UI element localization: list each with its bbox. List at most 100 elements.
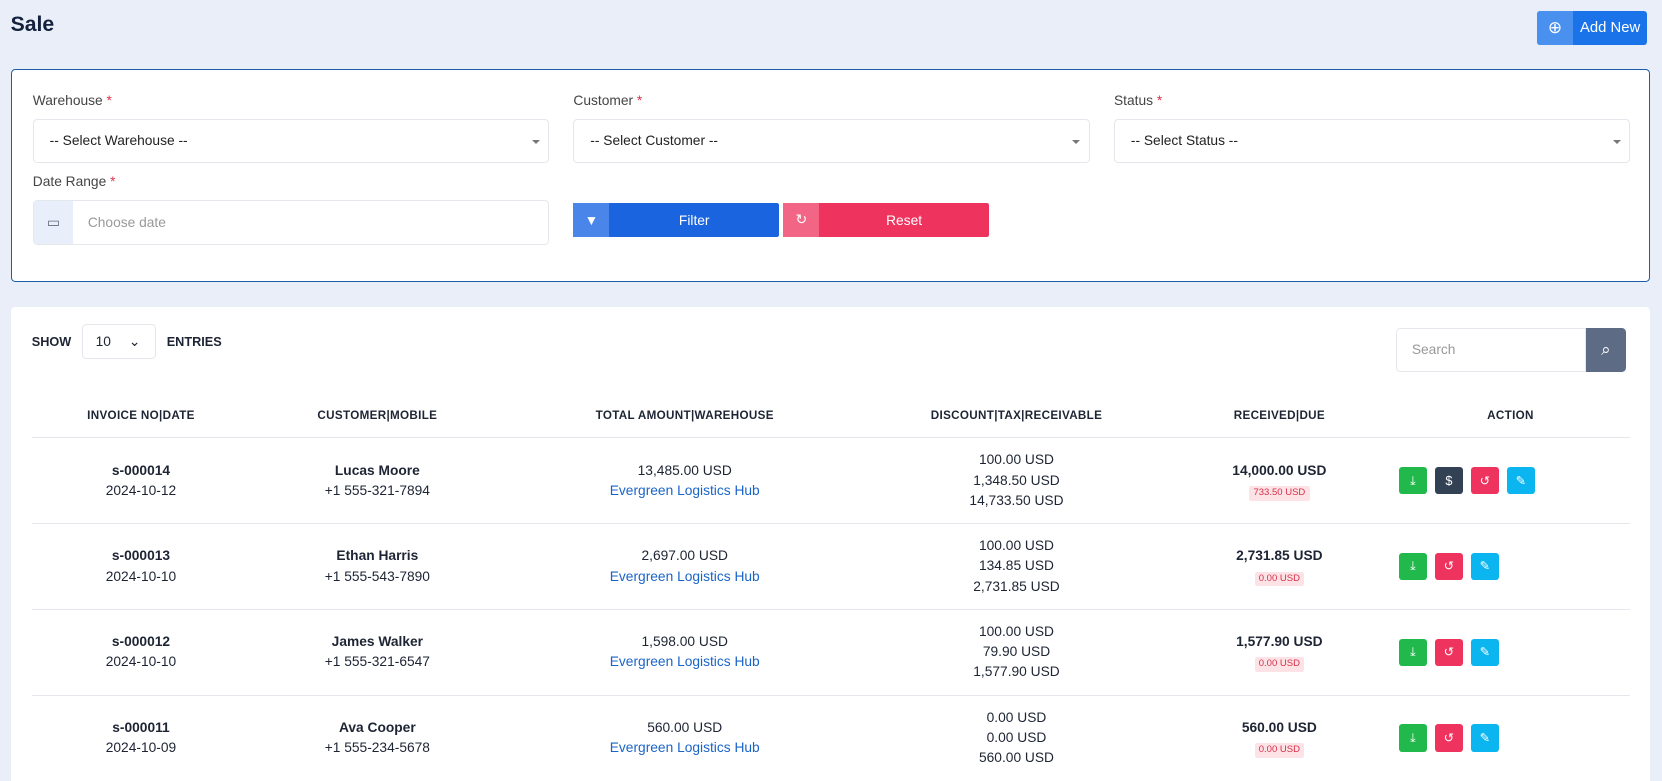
reset-button[interactable]: ↻ Reset: [783, 203, 989, 238]
calendar-icon: ▭: [33, 201, 73, 244]
pencil-icon: ✎: [1479, 730, 1491, 746]
dollar-icon: $: [1445, 472, 1453, 488]
search-icon: ⌕: [1601, 339, 1611, 359]
receivable: 560.00 USD: [979, 750, 1054, 766]
table-row: s-000014 2024-10-12 Lucas Moore +1 555-321…: [31, 437, 1631, 525]
date-range-label: Date Range *: [32, 173, 116, 189]
date: 2024-10-12: [105, 482, 177, 498]
entries-label: ENTRIES: [166, 334, 222, 350]
add-new-button[interactable]: ⊕ Add New: [1536, 10, 1648, 45]
column-header[interactable]: ACTION: [1390, 394, 1631, 439]
warehouse[interactable]: Evergreen Logistics Hub: [610, 740, 760, 755]
download-button[interactable]: ⤓: [1399, 552, 1427, 581]
tax: 1,348.50 USD: [973, 472, 1060, 488]
edit-button[interactable]: ✎: [1507, 466, 1535, 495]
page-title: Sale: [10, 12, 55, 36]
warehouse[interactable]: Evergreen Logistics Hub: [610, 654, 760, 669]
mobile: +1 555-321-6547: [324, 654, 430, 670]
sales-table: INVOICE NO|DATE CUSTOMER|MOBILE TOTAL AMOU…: [31, 394, 1631, 781]
search-box: Search ⌕: [1396, 327, 1627, 373]
received: 14,000.00 USD: [1232, 462, 1327, 478]
filter-panel: Warehouse * -- Select Warehouse -- Custo…: [10, 68, 1651, 282]
filter-label: Filter: [678, 212, 710, 228]
table-row: s-000012 2024-10-10 James Walker +1 555-32…: [31, 609, 1631, 696]
undo-icon: ↺: [1479, 472, 1491, 488]
column-header[interactable]: RECEIVED|DUE: [1168, 394, 1391, 439]
edit-button[interactable]: ✎: [1471, 552, 1499, 581]
receivable: 14,733.50 USD: [969, 492, 1064, 508]
discount: 100.00 USD: [979, 624, 1054, 640]
undo-icon: ↺: [1443, 644, 1455, 660]
warehouse-label: Warehouse *: [32, 93, 112, 109]
search-input[interactable]: Search: [1396, 327, 1586, 373]
warehouse-select[interactable]: -- Select Warehouse --: [32, 118, 549, 164]
pencil-icon: ✎: [1515, 472, 1527, 488]
chevron-down-icon: ⌄: [128, 333, 141, 349]
received: 560.00 USD: [1241, 720, 1317, 736]
customer: James Walker: [331, 634, 423, 650]
customer-select[interactable]: -- Select Customer --: [573, 118, 1090, 164]
column-header[interactable]: TOTAL AMOUNT|WAREHOUSE: [504, 394, 865, 439]
tax: 79.90 USD: [982, 644, 1051, 660]
mobile: +1 555-543-7890: [324, 568, 430, 584]
warehouse[interactable]: Evergreen Logistics Hub: [610, 569, 760, 584]
due: 0.00 USD: [1254, 657, 1305, 673]
download-icon: ⤓: [1410, 730, 1416, 746]
payment-button[interactable]: $: [1435, 466, 1463, 495]
entries-value: 10: [95, 334, 111, 350]
status-select[interactable]: -- Select Status --: [1113, 118, 1631, 164]
customer: Lucas Moore: [334, 462, 420, 478]
warehouse[interactable]: Evergreen Logistics Hub: [610, 483, 760, 498]
return-button[interactable]: ↺: [1471, 466, 1499, 495]
column-header[interactable]: INVOICE NO|DATE: [31, 394, 251, 439]
total: 2,697.00 USD: [641, 548, 728, 564]
receivable: 1,577.90 USD: [973, 664, 1060, 680]
table-row: s-000011 2024-10-09 Ava Cooper +1 555-234-…: [31, 695, 1631, 781]
download-button[interactable]: ⤓: [1399, 724, 1427, 753]
search-button[interactable]: ⌕: [1585, 327, 1627, 373]
invoice: s-000012: [111, 634, 171, 650]
invoice: s-000013: [111, 548, 171, 564]
return-button[interactable]: ↺: [1435, 638, 1463, 667]
show-label: SHOW: [31, 334, 72, 350]
edit-button[interactable]: ✎: [1471, 724, 1499, 753]
total: 560.00 USD: [647, 720, 723, 736]
status-label: Status *: [1113, 93, 1163, 109]
due: 733.50 USD: [1249, 485, 1310, 501]
due: 0.00 USD: [1254, 743, 1305, 759]
date-range-input[interactable]: ▭ Choose date: [32, 200, 549, 245]
funnel-icon: ▼: [573, 203, 610, 238]
undo-icon: ↺: [1443, 558, 1455, 574]
plus-circle-icon: ⊕: [1536, 10, 1574, 45]
download-button[interactable]: ⤓: [1399, 638, 1427, 667]
add-new-label: Add New: [1580, 19, 1641, 36]
return-button[interactable]: ↺: [1435, 724, 1463, 753]
date: 2024-10-10: [105, 654, 177, 670]
pencil-icon: ✎: [1479, 558, 1491, 574]
undo-icon: ↺: [1443, 730, 1455, 746]
download-button[interactable]: ⤓: [1399, 466, 1427, 495]
download-icon: ⤓: [1410, 558, 1416, 574]
receivable: 2,731.85 USD: [973, 578, 1060, 594]
column-header[interactable]: DISCOUNT|TAX|RECEIVABLE: [864, 394, 1169, 439]
customer: Ethan Harris: [336, 548, 419, 564]
due: 0.00 USD: [1254, 571, 1305, 587]
tax: 134.85 USD: [979, 558, 1054, 574]
return-button[interactable]: ↺: [1435, 552, 1463, 581]
edit-button[interactable]: ✎: [1471, 638, 1499, 667]
date: 2024-10-09: [105, 740, 177, 756]
date: 2024-10-10: [105, 568, 177, 584]
date-placeholder: Choose date: [87, 215, 166, 231]
discount: 100.00 USD: [979, 538, 1054, 554]
column-header[interactable]: CUSTOMER|MOBILE: [250, 394, 505, 439]
tax: 0.00 USD: [986, 730, 1047, 746]
entries-select[interactable]: 10 ⌄: [81, 324, 157, 360]
received: 2,731.85 USD: [1236, 548, 1323, 564]
invoice: s-000014: [111, 462, 171, 478]
pencil-icon: ✎: [1479, 644, 1491, 660]
filter-button[interactable]: ▼ Filter: [573, 203, 780, 238]
reset-label: Reset: [886, 212, 923, 228]
invoice: s-000011: [112, 720, 170, 736]
mobile: +1 555-234-5678: [324, 740, 430, 756]
total: 1,598.00 USD: [641, 634, 728, 650]
